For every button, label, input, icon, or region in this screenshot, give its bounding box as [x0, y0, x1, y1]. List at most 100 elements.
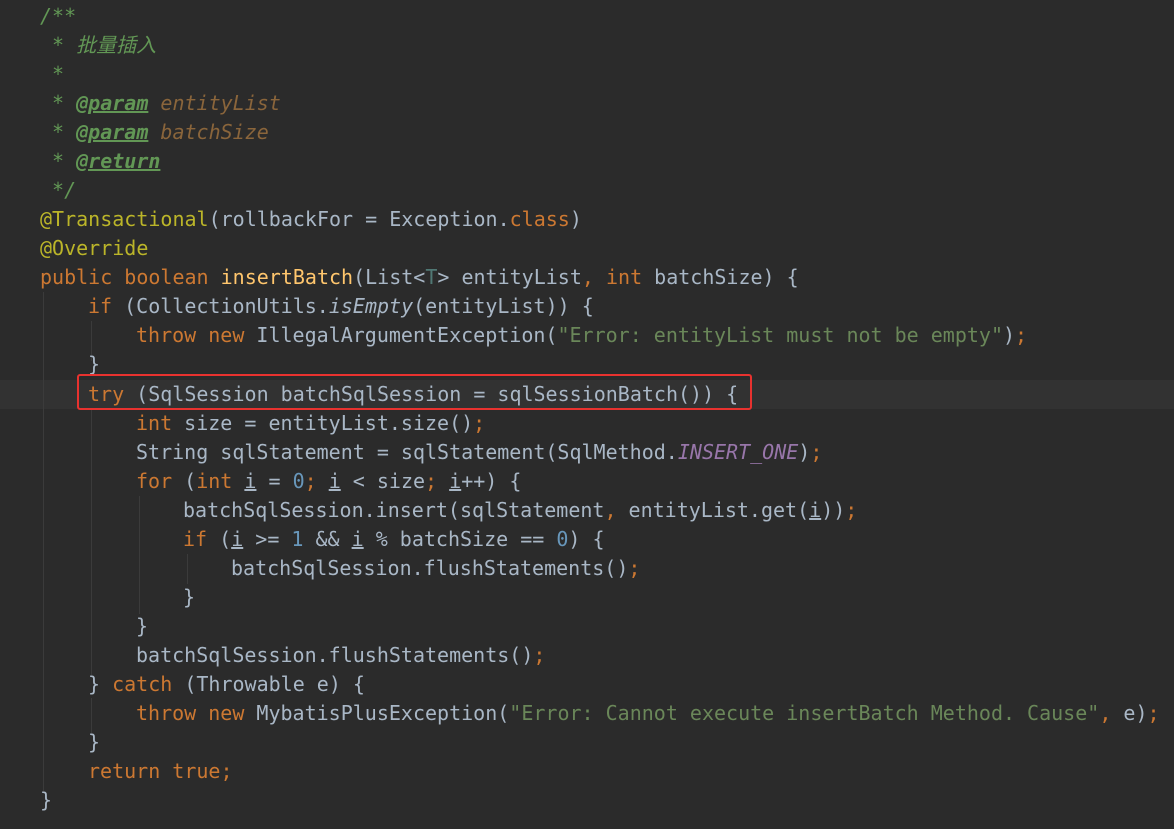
javadoc-description: * 批量插入 [40, 33, 157, 57]
code-line: * @param batchSize [40, 118, 269, 147]
code-text: % batchSize == [363, 527, 557, 551]
keyword-throw: throw [136, 701, 197, 725]
javadoc-blank: * [40, 62, 65, 86]
number-literal: 0 [556, 527, 569, 551]
code-text: )) [821, 498, 846, 522]
code-text: String sqlStatement = sqlStatement(SqlMe… [136, 440, 678, 464]
code-text: && [303, 527, 352, 551]
loop-variable: i [328, 469, 341, 493]
closing-brace: } [88, 672, 113, 696]
javadoc-param-name: entityList [160, 91, 281, 115]
annotation-transactional: @Transactional [40, 207, 209, 231]
code-line: } catch (Throwable e) { [88, 670, 365, 699]
semicolon: ; [425, 469, 438, 493]
keyword-int: int [605, 265, 643, 289]
type-parameter: T [425, 265, 438, 289]
semicolon: ; [845, 498, 858, 522]
code-text: e) [1111, 701, 1148, 725]
string-literal: "Error: entityList must not be empty" [557, 323, 1003, 347]
paren: ) [1003, 323, 1016, 347]
closing-brace: } [88, 730, 101, 754]
loop-variable: i [231, 527, 244, 551]
javadoc-param-name: batchSize [160, 120, 269, 144]
code-line: } [88, 728, 100, 757]
code-text: entityList.get( [616, 498, 810, 522]
semicolon: ; [810, 440, 823, 464]
code-line: batchSqlSession.flushStatements(); [231, 554, 640, 583]
code-line: if (CollectionUtils.isEmpty(entityList))… [88, 292, 594, 321]
semicolon: ; [304, 469, 317, 493]
indent-guide [187, 554, 188, 584]
loop-variable: i [809, 498, 822, 522]
code-text: ++) { [461, 469, 522, 493]
code-line: throw new MybatisPlusException("Error: C… [136, 699, 1160, 728]
keyword-for: for [136, 469, 173, 493]
loop-variable: i [244, 469, 257, 493]
keyword-int: int [196, 469, 233, 493]
code-line: } [136, 612, 148, 641]
code-line: public boolean insertBatch(List<T> entit… [40, 263, 799, 292]
indent-guide [139, 496, 140, 614]
code-line: for (int i = 0; i < size; i++) { [136, 467, 521, 496]
keyword-int: int [136, 411, 173, 435]
loop-variable: i [351, 527, 364, 551]
code-text: < size [340, 469, 426, 493]
code-line: */ [40, 176, 76, 205]
javadoc-close: */ [40, 178, 77, 202]
code-text: (entityList)) { [413, 294, 594, 318]
code-line: * [40, 60, 64, 89]
semicolon: ; [533, 643, 546, 667]
indent-guide [43, 292, 44, 792]
code-text: >= [243, 527, 292, 551]
code-editor[interactable]: /** * 批量插入 * * @param entityList * @para… [0, 0, 1174, 829]
code-line: } [40, 786, 52, 815]
code-text: ) { [568, 527, 605, 551]
code-text: = [256, 469, 293, 493]
closing-brace: } [136, 614, 149, 638]
enum-constant: INSERT_ONE [677, 440, 799, 464]
static-method-call: isEmpty [328, 294, 414, 318]
paren: ) [798, 440, 811, 464]
closing-brace: } [88, 352, 101, 376]
number-literal: 0 [292, 469, 305, 493]
semicolon: ; [1015, 323, 1028, 347]
keyword-throw: throw [136, 323, 197, 347]
code-text: batchSqlSession.flushStatements() [231, 556, 629, 580]
annotation-args: (rollbackFor = Exception. [208, 207, 510, 231]
code-line: * @param entityList [40, 89, 281, 118]
semicolon: ; [628, 556, 641, 580]
keyword-return: return [88, 759, 161, 783]
highlight-box-try-statement [77, 374, 752, 410]
closing-brace: } [40, 788, 53, 812]
loop-variable: i [449, 469, 462, 493]
code-line: @Transactional(rollbackFor = Exception.c… [40, 205, 582, 234]
code-text: batchSize) { [642, 265, 799, 289]
javadoc-open: /** [40, 4, 77, 28]
keyword-new: new [208, 323, 245, 347]
code-text: batchSqlSession.flushStatements() [136, 643, 534, 667]
keyword-boolean: boolean [124, 265, 209, 289]
keyword-public: public [40, 265, 113, 289]
string-literal: "Error: Cannot execute insertBatch Metho… [509, 701, 1100, 725]
closing-brace: } [183, 585, 196, 609]
keyword-new: new [208, 701, 245, 725]
code-line: String sqlStatement = sqlStatement(SqlMe… [136, 438, 822, 467]
code-text: ( [172, 469, 197, 493]
code-text: MybatisPlusException( [244, 701, 510, 725]
code-text: ( [207, 527, 232, 551]
code-text: batchSqlSession.insert(sqlStatement [183, 498, 605, 522]
keyword-if: if [183, 527, 208, 551]
code-line: if (i >= 1 && i % batchSize == 0) { [183, 525, 605, 554]
javadoc-star: * [40, 149, 77, 173]
code-text: (CollectionUtils. [112, 294, 329, 318]
javadoc-return-tag: @return [76, 149, 161, 173]
code-line: batchSqlSession.insert(sqlStatement, ent… [183, 496, 857, 525]
code-line: } [183, 583, 195, 612]
code-text: (List< [353, 265, 426, 289]
code-text: > entityList [437, 265, 582, 289]
code-line: return true; [88, 757, 233, 786]
javadoc-param-tag: @param [76, 120, 149, 144]
annotation-override: @Override [40, 236, 149, 260]
code-line: throw new IllegalArgumentException("Erro… [136, 321, 1027, 350]
semicolon: ; [473, 411, 486, 435]
